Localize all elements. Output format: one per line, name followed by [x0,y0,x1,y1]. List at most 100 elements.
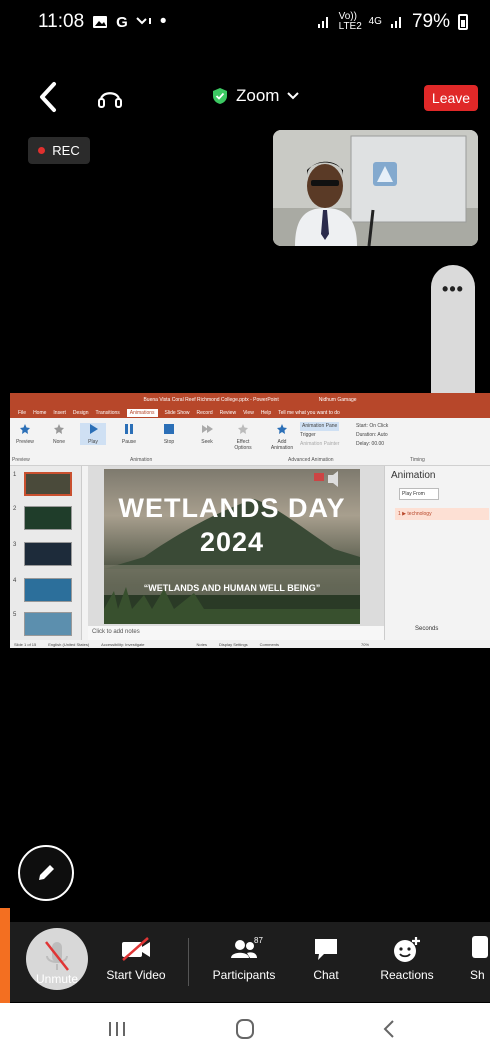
ppt-tab: Design [72,409,89,416]
ppt-preview: Preview [12,423,38,445]
slide-title-line1: WETLANDS DAY [118,493,346,523]
leave-button[interactable]: Leave [424,85,478,111]
ppt-preview-label: Preview [16,439,34,445]
ppt-status-item: Accessibility: Investigate [101,641,145,647]
more-options-button[interactable]: ••• [431,279,475,300]
seconds-label: Seconds [415,626,439,632]
slide-subtitle: “WETLANDS AND HUMAN WELL BEING” [143,583,321,593]
back-arrow-icon[interactable] [34,78,66,116]
stop-icon [164,424,174,434]
ppt-tab: Help [260,409,272,416]
slide-thumb-number: 1 [13,472,17,478]
play-from-button: Play From [399,488,439,500]
slide-thumb-image [24,472,72,496]
chat-bubble-icon [315,939,337,960]
shield-check-icon [213,88,227,104]
ppt-pause: Pause [116,423,142,445]
ppt-tab: Slide Show [164,409,190,416]
recording-label: REC [52,143,80,158]
ppt-painter: Animation Painter [300,441,340,447]
zoom-meeting-screen: 11:08 G • Vo)) LTE2 4G 79% Zoom Leave RE… [0,0,490,1055]
ppt-ribbon-tabs: File Home Insert Design Transitions Anim… [10,407,490,418]
notification-dot: • [159,11,167,32]
shared-screen[interactable]: Buena Vista Coral Reef Richmond College.… [10,393,490,648]
image-icon [93,16,108,28]
ppt-tab: File [18,409,27,416]
ppt-title-bar: Buena Vista Coral Reef Richmond College.… [10,393,490,407]
slide-thumb-image [24,542,72,566]
slide-thumb-number: 5 [13,612,17,618]
ppt-seek-label: Seek [201,439,213,445]
status-bar-right: Vo)) LTE2 4G 79% [317,11,468,33]
ppt-seek: Seek [194,423,220,445]
start-video-button[interactable]: Start Video [100,928,172,994]
ppt-play-label: Play [88,439,98,445]
ppt-tab: Record [196,409,213,416]
effect-star-icon [238,424,248,434]
clock: 11:08 [38,11,85,32]
ppt-advanced-animation: Animation Pane Trigger Animation Painter [300,422,340,449]
meeting-name: Zoom [236,86,280,105]
ppt-tab: View [243,409,254,416]
ppt-user: Nidhum Gamage [318,397,357,403]
chat-button[interactable]: Chat [306,928,346,994]
recent-apps-icon[interactable] [102,1017,132,1041]
ppt-play: Play [80,423,106,445]
ppt-anim-pane-btn: Animation Pane [300,422,340,431]
headphones-icon[interactable] [94,82,126,114]
ppt-pause-label: Pause [121,439,137,445]
ppt-none-label: None [53,439,65,445]
ppt-group-label: Advanced Animation [288,457,334,463]
current-slide: WETLANDS DAY 2024 “WETLANDS AND HUMAN WE… [104,469,360,624]
meeting-topbar: Zoom Leave [0,72,490,122]
share-label-partial: Sh [470,968,485,982]
slide-thumb-number: 4 [13,578,17,584]
share-button-partial[interactable]: Sh [470,928,490,994]
pause-icon [125,424,133,434]
volte-label: Vo)) LTE2 [338,11,362,32]
network-type: 4G [368,16,382,27]
slide-thumb: 4 [13,578,79,602]
home-icon[interactable] [230,1017,260,1041]
star-icon [20,424,30,434]
slide-thumb-image [24,506,72,530]
smiley-plus-icon [394,937,420,962]
start-video-label: Start Video [106,968,166,982]
notes-pane: Click to add notes [88,626,384,640]
pencil-icon [39,865,54,880]
add-animation-icon [277,424,287,434]
toolbar-divider [188,938,189,986]
play-icon [90,424,98,434]
ppt-status-bar: Slide 1 of 15 English (United States) Ac… [10,640,490,648]
chat-label: Chat [313,968,339,982]
participants-button[interactable]: 87 Participants [206,928,282,994]
slide-thumb-number: 3 [13,542,17,548]
ppt-effect-label: Effect Options [234,439,252,451]
battery-icon [458,14,468,30]
ppt-stop: Stop [156,423,182,445]
annotate-button[interactable] [18,845,74,901]
ppt-none: None [46,423,72,445]
seek-icon [202,425,213,433]
status-bar: 11:08 G • Vo)) LTE2 4G 79% [0,0,490,44]
ppt-ribbon: Preview None Play Pause Stop Seek Effect… [10,418,490,466]
slide-thumbnails: 1 2 3 4 5 [10,466,82,640]
reactions-button[interactable]: Reactions [374,928,440,994]
recording-badge: REC [28,137,90,164]
status-bar-left: 11:08 G • [38,11,166,33]
slide-thumb: 2 [13,506,79,530]
slide-title-line2: 2024 [199,527,265,557]
participants-count-badge: 87 [254,936,263,945]
participant-video-thumbnail[interactable] [273,130,478,246]
meeting-title[interactable]: Zoom [212,86,300,106]
ppt-status-item: Comments [259,641,280,647]
animation-pane-title: Animation [391,470,436,481]
ppt-tab-active: Animations [126,408,158,417]
slide-thumb-image [24,612,72,636]
back-nav-icon[interactable] [374,1017,404,1041]
ppt-status-item: Slide 1 of 15 [14,641,37,647]
ppt-tab: Review [219,409,237,416]
ppt-timing-start: Start: On Click [356,423,389,429]
accent-strip [0,908,10,1003]
ppt-tab: Home [33,409,47,416]
